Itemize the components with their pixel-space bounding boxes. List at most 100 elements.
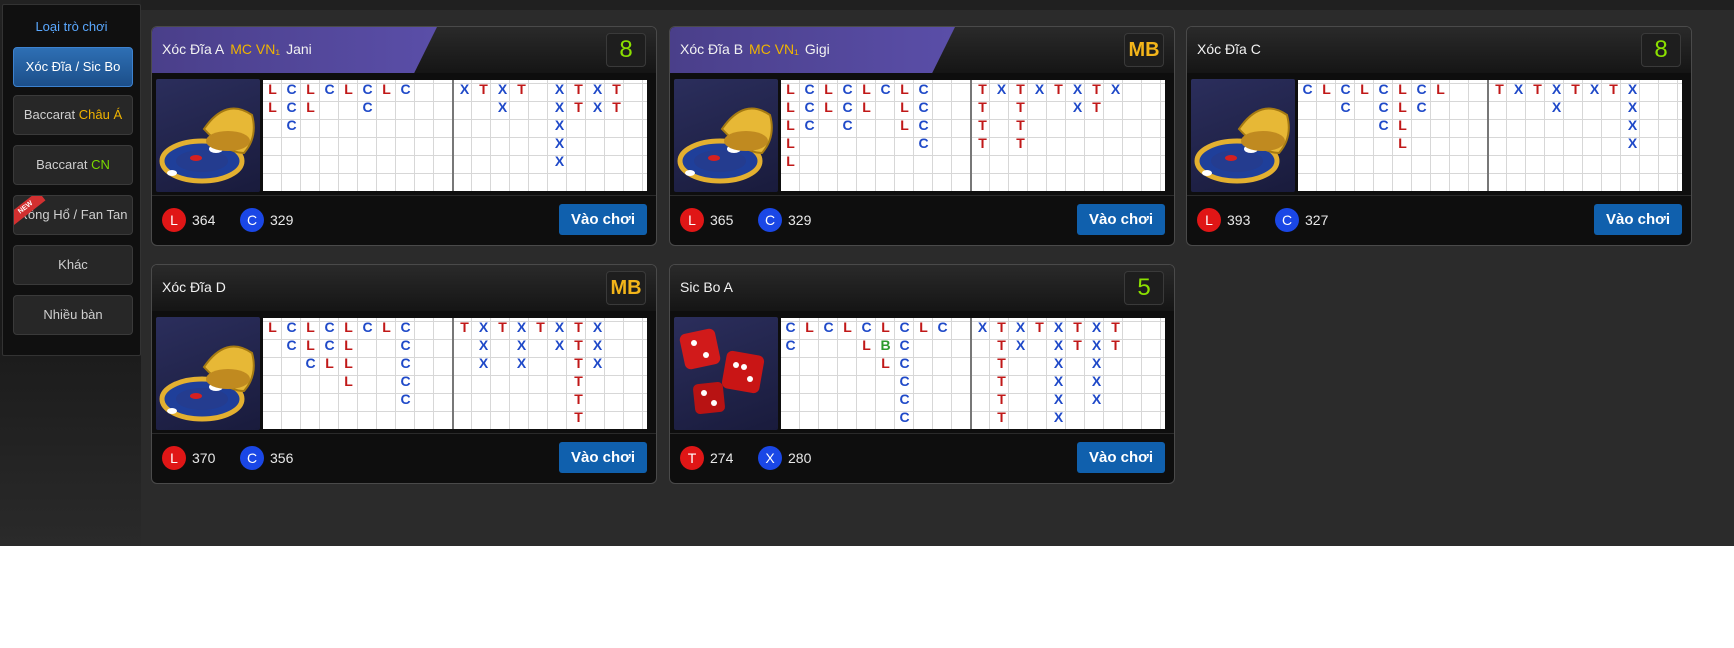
big-road-cell: L bbox=[1398, 81, 1407, 97]
big-road-cell: L bbox=[786, 81, 795, 97]
big-road-cell: C bbox=[899, 355, 910, 371]
card-header: Sic Bo A 5 bbox=[670, 265, 1174, 311]
stat-symbol-ball: L bbox=[162, 208, 186, 232]
result-road-cell: T bbox=[978, 99, 987, 115]
big-road-cell: L bbox=[862, 337, 871, 353]
stat-symbol-ball: C bbox=[1275, 208, 1299, 232]
bowl-icon bbox=[156, 79, 260, 192]
stat-symbol-ball: X bbox=[758, 446, 782, 470]
sidebar-item-baccarat-cn[interactable]: Baccarat CN bbox=[13, 145, 133, 185]
big-road-cell: C bbox=[785, 319, 796, 335]
card-footer: L 365 C 329 Vào chơi bbox=[670, 195, 1174, 245]
big-road-cell: L bbox=[268, 319, 277, 335]
result-road-cell: X bbox=[592, 81, 603, 97]
play-button[interactable]: Vào chơi bbox=[1077, 442, 1165, 473]
big-road-cell: C bbox=[400, 337, 411, 353]
result-road-cell: X bbox=[1110, 81, 1121, 97]
result-road-cell: T bbox=[997, 409, 1006, 425]
stat-symbol-ball: C bbox=[240, 446, 264, 470]
big-road-cell: L bbox=[824, 81, 833, 97]
card-footer: L 393 C 327 Vào chơi bbox=[1187, 195, 1691, 245]
result-road-cell: X bbox=[497, 81, 508, 97]
result-road-cell: X bbox=[1034, 81, 1045, 97]
card-header: Xóc Đĩa C 8 bbox=[1187, 27, 1691, 73]
play-button[interactable]: Vào chơi bbox=[1077, 204, 1165, 235]
table-badge: 5 bbox=[1124, 271, 1164, 305]
road-map: CLCCLCCCLLLLCCLTXTXXTXTXXXX bbox=[1298, 80, 1682, 191]
table-title: Sic Bo A bbox=[680, 279, 733, 295]
result-road-cell: X bbox=[516, 337, 527, 353]
big-road-cell: L bbox=[382, 319, 391, 335]
big-road-cell: L bbox=[306, 99, 315, 115]
result-road-cell: T bbox=[574, 409, 583, 425]
big-road-cell: C bbox=[286, 81, 297, 97]
result-road-cell: X bbox=[1015, 319, 1026, 335]
result-road-cell: X bbox=[1091, 355, 1102, 371]
table-title: Xóc Đĩa B MC VN₁ Gigi bbox=[680, 41, 830, 57]
result-road-cell: X bbox=[1551, 81, 1562, 97]
result-road-cell: T bbox=[574, 319, 583, 335]
result-road-cell: T bbox=[574, 337, 583, 353]
sidebar-item-khac[interactable]: Khác bbox=[13, 245, 133, 285]
result-road-cell: X bbox=[478, 337, 489, 353]
big-road-cell: L bbox=[306, 337, 315, 353]
result-road-cell: T bbox=[612, 81, 621, 97]
result-road-cell: T bbox=[1092, 81, 1101, 97]
result-road-cell: X bbox=[1627, 135, 1638, 151]
stat-symbol-ball: C bbox=[240, 208, 264, 232]
road-separator bbox=[970, 318, 972, 429]
stat-count: 280 bbox=[788, 450, 812, 466]
sidebar-item-baccarat-chau-a[interactable]: Baccarat Châu Á bbox=[13, 95, 133, 135]
sidebar-item-xoc-dia-sic-bo[interactable]: Xóc Đĩa / Sic Bo bbox=[13, 47, 133, 87]
stat-count: 274 bbox=[710, 450, 734, 466]
result-road-cell: X bbox=[1053, 319, 1064, 335]
table-title: Xóc Đĩa A MC VN₁ Jani bbox=[162, 41, 312, 57]
big-road-cell: C bbox=[286, 117, 297, 133]
result-road-cell: X bbox=[554, 135, 565, 151]
big-road-cell: B bbox=[880, 337, 891, 353]
result-road-cell: X bbox=[1091, 319, 1102, 335]
sidebar-item-rong-ho-fan-tan[interactable]: NEW Rồng Hổ / Fan Tan bbox=[13, 195, 133, 235]
result-road-cell: T bbox=[1111, 319, 1120, 335]
big-road-cell: L bbox=[1398, 99, 1407, 115]
sidebar-item-label: Xóc Đĩa / Sic Bo bbox=[25, 59, 121, 74]
big-road-cell: C bbox=[804, 117, 815, 133]
table-badge: MB bbox=[1124, 33, 1164, 67]
play-button[interactable]: Vào chơi bbox=[1594, 204, 1682, 235]
big-road-cell: L bbox=[843, 319, 852, 335]
result-road-cell: X bbox=[516, 355, 527, 371]
sidebar-item-highlight: CN bbox=[91, 157, 110, 172]
result-road-cell: X bbox=[1072, 81, 1083, 97]
sidebar-item-nhieu-ban[interactable]: Nhiều bàn bbox=[13, 295, 133, 335]
result-road-cell: T bbox=[997, 355, 1006, 371]
big-road-cell: L bbox=[325, 355, 334, 371]
road-separator bbox=[452, 318, 454, 429]
result-road-cell: X bbox=[516, 319, 527, 335]
result-road-cell: X bbox=[1053, 409, 1064, 425]
road-map: LLLLLCCCLLCCCLLCLLLCCCCTTTTXTTTTXTXXTTX bbox=[781, 80, 1165, 191]
big-road-cell: L bbox=[306, 81, 315, 97]
table-title: Xóc Đĩa D bbox=[162, 279, 226, 295]
result-road-cell: X bbox=[1015, 337, 1026, 353]
play-button[interactable]: Vào chơi bbox=[559, 442, 647, 473]
result-road-cell: T bbox=[1016, 117, 1025, 133]
stat-symbol-ball: L bbox=[680, 208, 704, 232]
stat-symbol-ball: L bbox=[162, 446, 186, 470]
road-map: LCCLLCCCLLLLLCLCCCCCTXXXTXXXTXXTTTTTTXXX bbox=[263, 318, 647, 429]
result-road-cell: T bbox=[978, 81, 987, 97]
big-road-cell: C bbox=[899, 319, 910, 335]
big-road-cell: C bbox=[400, 81, 411, 97]
result-road-cell: T bbox=[978, 135, 987, 151]
result-road-cell: X bbox=[478, 355, 489, 371]
big-road-cell: L bbox=[881, 319, 890, 335]
game-type-panel: Loại trò chơi Xóc Đĩa / Sic Bo Baccarat … bbox=[2, 4, 141, 356]
big-road-cell: L bbox=[1322, 81, 1331, 97]
result-road-cell: T bbox=[574, 355, 583, 371]
big-road-cell: C bbox=[324, 337, 335, 353]
big-road-cell: C bbox=[1378, 99, 1389, 115]
bowl-icon bbox=[674, 79, 778, 192]
result-road-cell: T bbox=[997, 391, 1006, 407]
play-button[interactable]: Vào chơi bbox=[559, 204, 647, 235]
result-road-cell: X bbox=[554, 319, 565, 335]
big-road-cell: C bbox=[362, 99, 373, 115]
